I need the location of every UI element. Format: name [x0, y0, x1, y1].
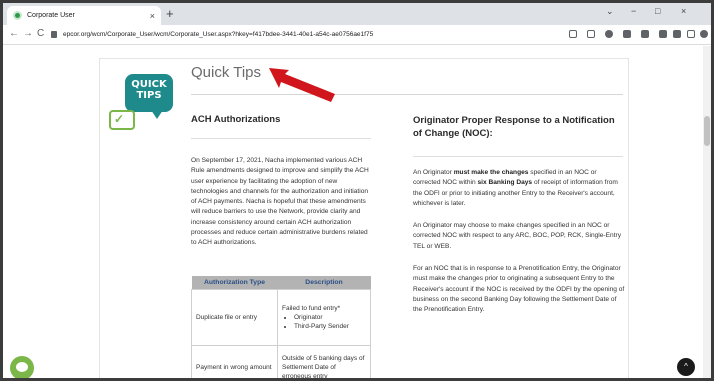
check-icon: ✓: [114, 112, 125, 126]
profile-icon[interactable]: [700, 30, 708, 38]
extension-icon[interactable]: [659, 30, 667, 38]
logo-text: QUICK TIPS: [125, 79, 173, 101]
chat-bubble-icon: [16, 362, 28, 372]
quick-tips-logo: QUICK TIPS ✓: [107, 74, 177, 144]
table-cell: Failed to fund entry* Originator Third-P…: [277, 288, 371, 346]
share-icon[interactable]: [569, 30, 577, 38]
site-favicon-icon: [13, 11, 22, 20]
logo-line-2: TIPS: [136, 90, 162, 101]
table-cell: Duplicate file or entry: [191, 288, 278, 346]
list-item: Third-Party Sender: [294, 322, 366, 331]
address-bar[interactable]: epcor.org/wcm/Corporate_User/wcm/Corpora…: [51, 27, 531, 42]
text-run: An Originator: [413, 169, 454, 176]
bookmark-star-icon[interactable]: [587, 30, 595, 38]
extension-icon[interactable]: [623, 30, 631, 38]
side-panel-icon[interactable]: [687, 30, 695, 38]
back-to-top-button[interactable]: ^: [677, 358, 695, 376]
tab-close-icon[interactable]: ×: [150, 11, 155, 21]
tab-corporate-user[interactable]: Corporate User ×: [7, 6, 161, 25]
divider: [191, 94, 623, 95]
noc-paragraph-2: An Originator may choose to make changes…: [413, 222, 622, 250]
noc-paragraph-3: For an NOC that is in response to a Pren…: [413, 265, 625, 314]
address-toolbar: ← → C epcor.org/wcm/Corporate_User/wcm/C…: [3, 25, 711, 45]
column-header: Description: [277, 276, 371, 289]
bold-text: must make the changes: [453, 169, 529, 176]
scrollbar-thumb[interactable]: [704, 116, 710, 146]
reload-button[interactable]: C: [37, 28, 44, 39]
noc-heading: Originator Proper Response to a Notifica…: [413, 115, 615, 139]
back-button[interactable]: ←: [9, 28, 19, 39]
table-row: Payment in wrong amount Outside of 5 ban…: [191, 344, 371, 378]
new-tab-button[interactable]: +: [166, 7, 174, 20]
url-text: epcor.org/wcm/Corporate_User/wcm/Corpora…: [63, 31, 374, 38]
lock-icon: [51, 31, 57, 38]
forward-button[interactable]: →: [23, 28, 33, 39]
bold-text: six Banking Days: [477, 179, 533, 187]
logo-bubble-tail: [151, 110, 163, 119]
noc-paragraph-1: An Originator must make the changes spec…: [413, 168, 625, 209]
table-cell: Payment in wrong amount: [191, 344, 278, 378]
close-window-button[interactable]: ×: [681, 6, 686, 16]
list-item: Originator: [294, 313, 366, 322]
extension-shield-icon[interactable]: [605, 30, 613, 38]
table-row: Duplicate file or entry Failed to fund e…: [191, 288, 371, 346]
extension-icon[interactable]: [641, 30, 649, 38]
ach-authorizations-heading: ACH Authorizations: [191, 114, 281, 125]
table-cell: Outside of 5 banking days of Settlement …: [277, 344, 371, 378]
column-header: Authorization Type: [191, 276, 278, 289]
logo-line-1: QUICK: [131, 79, 167, 90]
maximize-button[interactable]: □: [655, 6, 660, 16]
bullet-list: Originator Third-Party Sender: [282, 313, 366, 331]
page-viewport: QUICK TIPS ✓ Quick Tips ACH Authorizatio…: [3, 46, 703, 378]
cell-description: Failed to fund entry*: [282, 304, 341, 312]
divider: [413, 156, 623, 157]
tab-search-icon[interactable]: ⌄: [606, 6, 614, 17]
browser-window: Corporate User × + ⌄ − □ × ← → C epcor.o…: [0, 0, 714, 381]
red-arrow-icon: [269, 68, 335, 102]
page-scrollbar[interactable]: [703, 46, 711, 378]
extensions-puzzle-icon[interactable]: [673, 30, 681, 38]
page-title: Quick Tips: [191, 64, 262, 81]
tab-title: Corporate User: [27, 12, 75, 19]
authorization-table: Authorization Type Description Duplicate…: [191, 276, 371, 378]
minimize-button[interactable]: −: [631, 6, 636, 16]
tab-strip: Corporate User × + ⌄ − □ ×: [3, 3, 711, 25]
table-header-row: Authorization Type Description: [191, 276, 371, 289]
ach-paragraph: On September 17, 2021, Nacha implemented…: [191, 157, 369, 247]
divider: [191, 138, 371, 139]
